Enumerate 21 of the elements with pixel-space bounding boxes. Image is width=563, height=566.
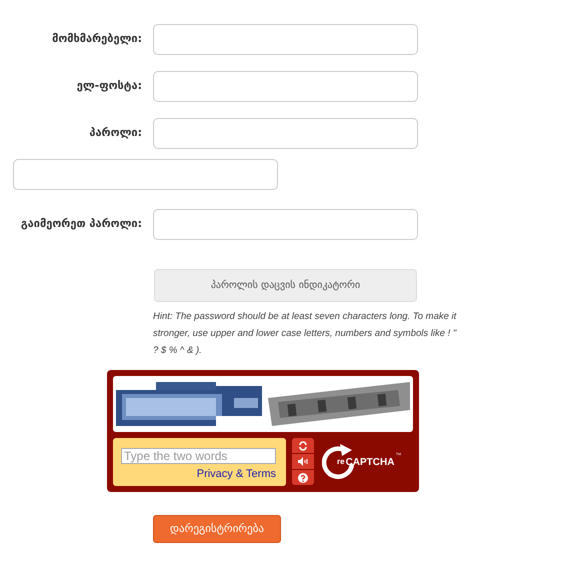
input-field[interactable] — [153, 209, 418, 240]
audio-button[interactable] — [292, 454, 314, 469]
input-field[interactable] — [153, 24, 418, 55]
captcha-input[interactable]: Type the two words — [121, 448, 276, 464]
logo-prefix: re — [337, 456, 345, 468]
password-strength-indicator: პაროლის დაცვის ინდიკატორი — [154, 269, 417, 302]
privacy-terms-link[interactable]: Privacy & Terms — [196, 466, 276, 482]
field-label: ელ-ფოსტა: — [76, 78, 143, 94]
input-field[interactable] — [13, 159, 278, 190]
help-icon — [298, 472, 308, 482]
help-button[interactable] — [292, 470, 314, 485]
input-field[interactable] — [153, 118, 418, 149]
password-hint: Hint: The password should be at least seven characters long. To make it stronger, use upper and lower case letters, numbers and symbols like ! " ? $ % ^ & ). — [153, 310, 458, 358]
speaker-icon — [298, 457, 308, 466]
field-label: პაროლი: — [88, 125, 143, 142]
refresh-button[interactable] — [292, 438, 314, 453]
refresh-icon — [298, 440, 308, 450]
logo-text: CAPTCHA — [346, 456, 394, 470]
input-field[interactable] — [153, 71, 418, 102]
field-label: მომხმარებელი: — [51, 31, 143, 48]
field-label: გაიმეორეთ პაროლი: — [20, 216, 143, 232]
